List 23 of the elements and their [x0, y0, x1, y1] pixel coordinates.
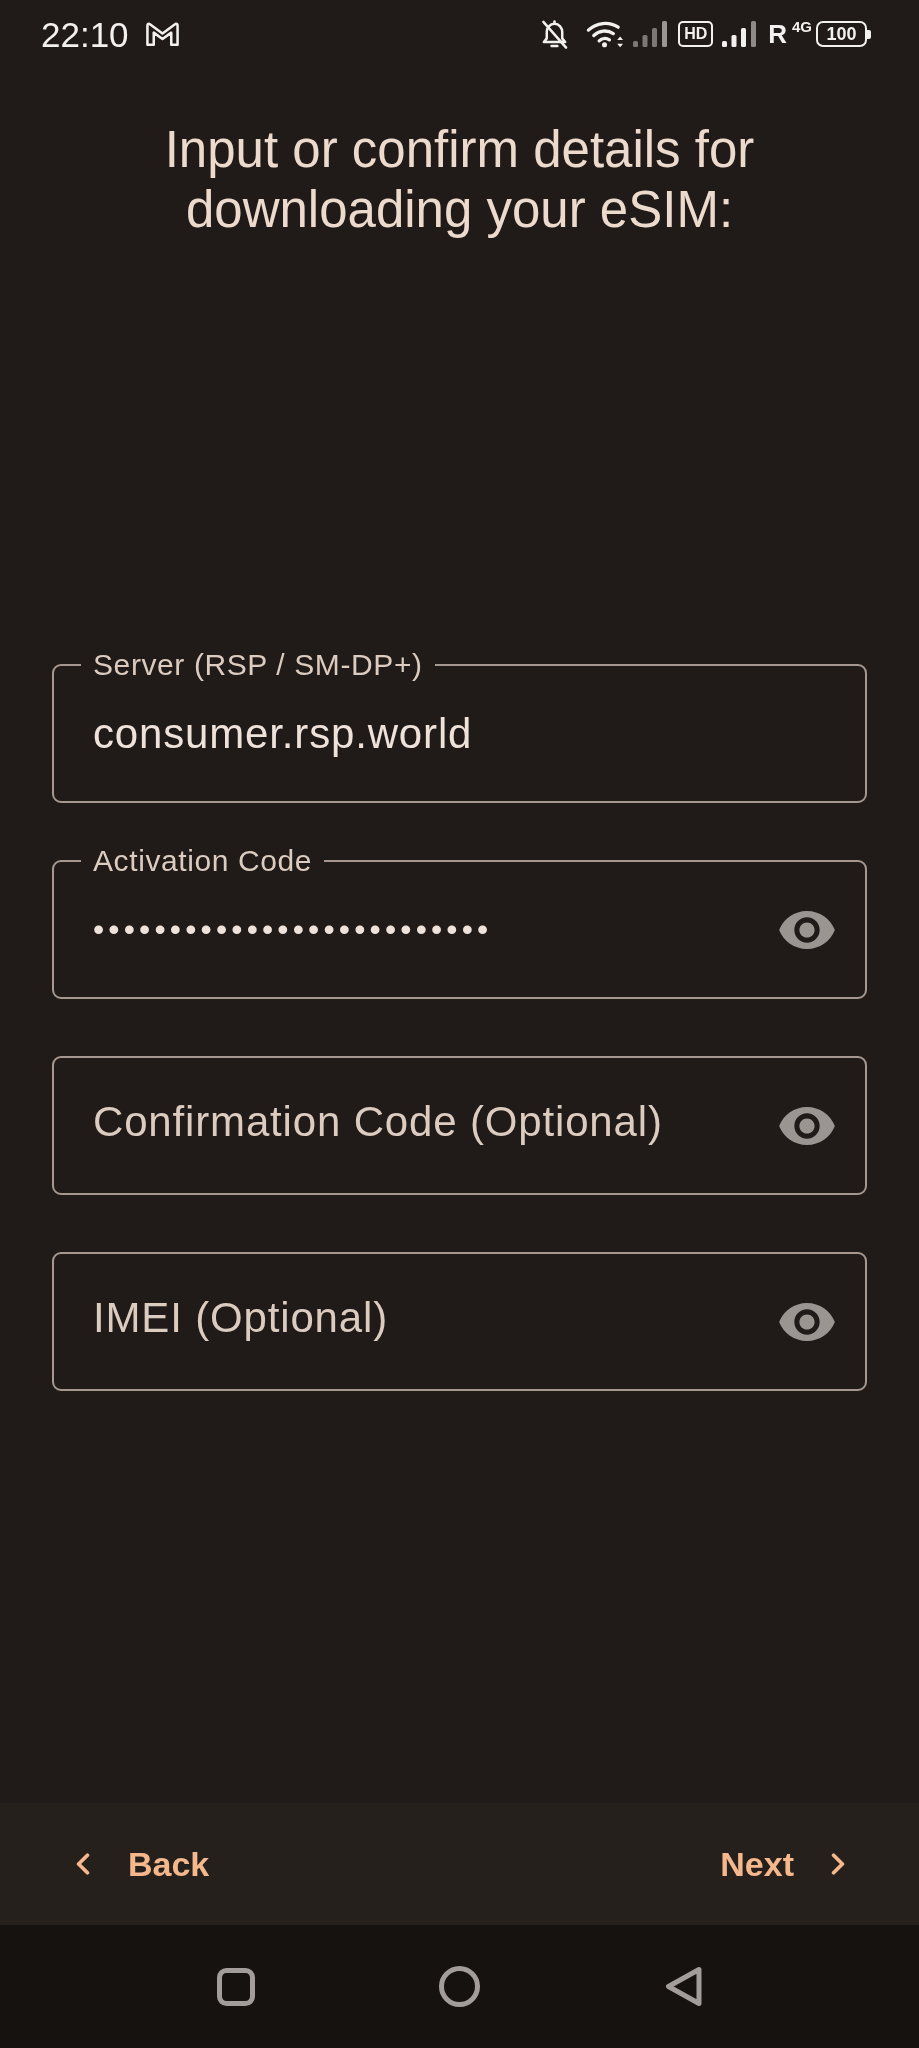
eye-icon[interactable]	[779, 911, 835, 949]
password-field[interactable]: IMEI (Optional)	[52, 1252, 867, 1391]
wifi-icon	[586, 20, 626, 48]
battery-indicator: 100	[816, 21, 871, 47]
password-field[interactable]: Confirmation Code (Optional)	[52, 1056, 867, 1195]
bell-off-icon	[540, 18, 570, 50]
chevron-right-icon	[831, 1853, 845, 1875]
back-button[interactable]: Back	[60, 1827, 226, 1901]
page-title: Input or confirm details for downloading your eSIM:	[163, 120, 756, 240]
clock: 22:10	[41, 16, 129, 52]
eye-icon[interactable]	[779, 1303, 835, 1341]
circle-nav-icon[interactable]	[439, 1966, 480, 2007]
square-nav-icon[interactable]	[216, 1967, 255, 2006]
network-type-indicator: 4G	[792, 19, 812, 34]
triangle-nav-icon[interactable]	[665, 1966, 702, 2007]
chevron-left-icon	[76, 1853, 90, 1875]
roaming-indicator: R	[768, 21, 787, 47]
signal-icon	[722, 21, 757, 47]
next-button[interactable]: Next	[704, 1827, 861, 1901]
mail-icon	[144, 21, 180, 47]
signal-icon	[633, 21, 668, 47]
hd-indicator: HD	[678, 21, 714, 47]
eye-icon[interactable]	[779, 1107, 835, 1145]
